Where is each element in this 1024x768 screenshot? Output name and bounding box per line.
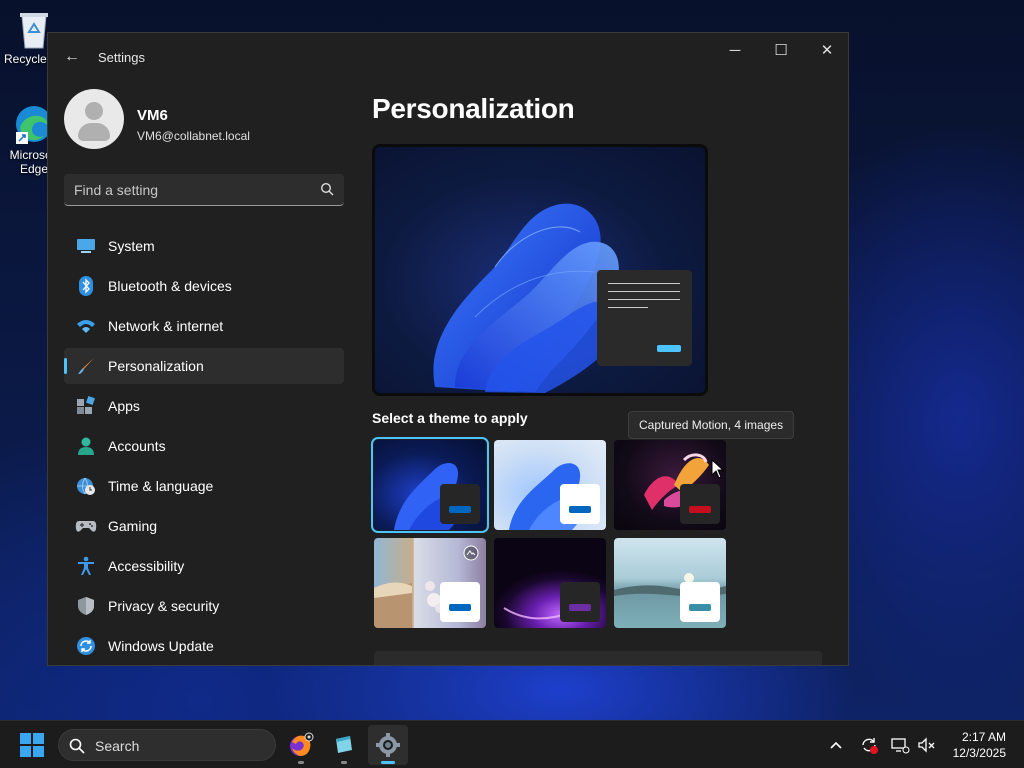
theme-tile-glow[interactable] [494, 538, 606, 628]
sidebar-item-label: System [108, 238, 155, 254]
sidebar-item-label: Accessibility [108, 558, 185, 574]
settings-window: ← Settings ─ ☐ ✕ VM6 VM6@collabnet.local… [47, 32, 849, 666]
sidebar-item-label: Time & language [108, 478, 214, 494]
maximize-icon: ☐ [774, 42, 788, 59]
spotlight-badge-icon [463, 545, 479, 561]
sidebar-item-label: Accounts [108, 438, 166, 454]
mouse-cursor-icon [711, 459, 725, 479]
back-arrow-icon: ← [64, 48, 80, 65]
sidebar-item-gaming[interactable]: Gaming [64, 508, 344, 544]
chevron-up-icon [830, 741, 842, 749]
theme-preview [372, 144, 708, 396]
taskbar-firefox[interactable] [281, 725, 321, 765]
minimize-button[interactable]: ─ [712, 33, 758, 67]
search-icon [69, 738, 85, 754]
settings-gear-icon [376, 733, 400, 757]
theme-tile-captured-motion[interactable] [614, 440, 726, 530]
preview-sample-window [597, 270, 692, 366]
settings-search [64, 174, 344, 206]
apps-icon [74, 394, 98, 418]
sidebar-item-label: Privacy & security [108, 598, 220, 614]
settings-card[interactable] [374, 651, 822, 665]
sidebar-item-time-language[interactable]: Time & language [64, 468, 344, 504]
taskbar-app[interactable] [324, 725, 364, 765]
sidebar-item-label: Apps [108, 398, 140, 414]
taskbar-clock[interactable]: 2:17 AM 12/3/2025 [953, 729, 1006, 761]
taskbar: Search 2:17 AM 12/3/2025 [0, 720, 1024, 768]
taskbar-settings[interactable] [368, 725, 408, 765]
sidebar-item-bluetooth[interactable]: Bluetooth & devices [64, 268, 344, 304]
theme-tooltip: Captured Motion, 4 images [628, 411, 795, 439]
minimize-icon: ─ [729, 41, 741, 59]
sidebar-item-windows-update[interactable]: Windows Update [64, 628, 344, 664]
theme-tile-windows-light[interactable] [494, 440, 606, 530]
sidebar-item-label: Network & internet [108, 318, 224, 334]
sidebar-item-network[interactable]: Network & internet [64, 308, 344, 344]
sidebar-item-accessibility[interactable]: Accessibility [64, 548, 344, 584]
app-icon [336, 736, 352, 753]
user-profile[interactable]: VM6 VM6@collabnet.local [64, 89, 344, 153]
theme-tile-spotlight[interactable] [374, 538, 486, 628]
sidebar-item-apps[interactable]: Apps [64, 388, 344, 424]
sidebar-nav: System Bluetooth & devices Network & int… [64, 228, 344, 665]
sync-status-button[interactable] [859, 735, 879, 755]
close-icon: ✕ [820, 42, 834, 59]
search-input[interactable] [74, 174, 310, 205]
wifi-icon [74, 314, 98, 338]
system-icon [74, 234, 98, 258]
start-button[interactable] [20, 733, 44, 757]
user-email: VM6@collabnet.local [137, 129, 250, 143]
network-icon [891, 738, 910, 754]
avatar [64, 89, 124, 149]
theme-section-title: Select a theme to apply [372, 410, 528, 426]
bluetooth-icon [74, 274, 98, 298]
sidebar-item-system[interactable]: System [64, 228, 344, 264]
sidebar-item-accounts[interactable]: Accounts [64, 428, 344, 464]
accounts-icon [74, 434, 98, 458]
volume-muted-icon [918, 737, 935, 753]
theme-tile-windows-dark[interactable] [371, 437, 489, 533]
back-button[interactable]: ← [60, 45, 84, 69]
search-icon[interactable] [320, 182, 334, 196]
window-title: Settings [98, 50, 145, 65]
network-button[interactable] [890, 735, 910, 755]
brush-icon [74, 354, 98, 378]
globe-clock-icon [74, 474, 98, 498]
theme-tile-sunrise[interactable] [614, 538, 726, 628]
clock-date: 12/3/2025 [952, 746, 1006, 760]
windows-logo-icon [20, 733, 44, 757]
volume-button[interactable] [916, 735, 936, 755]
show-hidden-icons-button[interactable] [826, 735, 846, 755]
maximize-button[interactable]: ☐ [758, 33, 804, 67]
gamepad-icon [74, 514, 98, 538]
sidebar-item-label: Bluetooth & devices [108, 278, 232, 294]
user-name: VM6 [137, 107, 168, 124]
title-bar: ← Settings ─ ☐ ✕ [48, 33, 848, 81]
sidebar-item-privacy-security[interactable]: Privacy & security [64, 588, 344, 624]
sync-error-icon [862, 738, 878, 754]
taskbar-search[interactable]: Search [58, 729, 276, 761]
accessibility-icon [74, 554, 98, 578]
sidebar-item-label: Windows Update [108, 638, 214, 654]
sidebar-item-label: Gaming [108, 518, 158, 534]
sidebar-item-personalization[interactable]: Personalization [64, 348, 344, 384]
update-icon [74, 634, 98, 658]
close-button[interactable]: ✕ [804, 33, 848, 67]
clock-time: 2:17 AM [961, 730, 1006, 744]
taskbar-search-label: Search [95, 738, 140, 754]
shield-icon [74, 594, 98, 618]
firefox-icon [290, 732, 314, 756]
page-title: Personalization [372, 93, 575, 124]
sidebar-item-label: Personalization [108, 358, 204, 374]
